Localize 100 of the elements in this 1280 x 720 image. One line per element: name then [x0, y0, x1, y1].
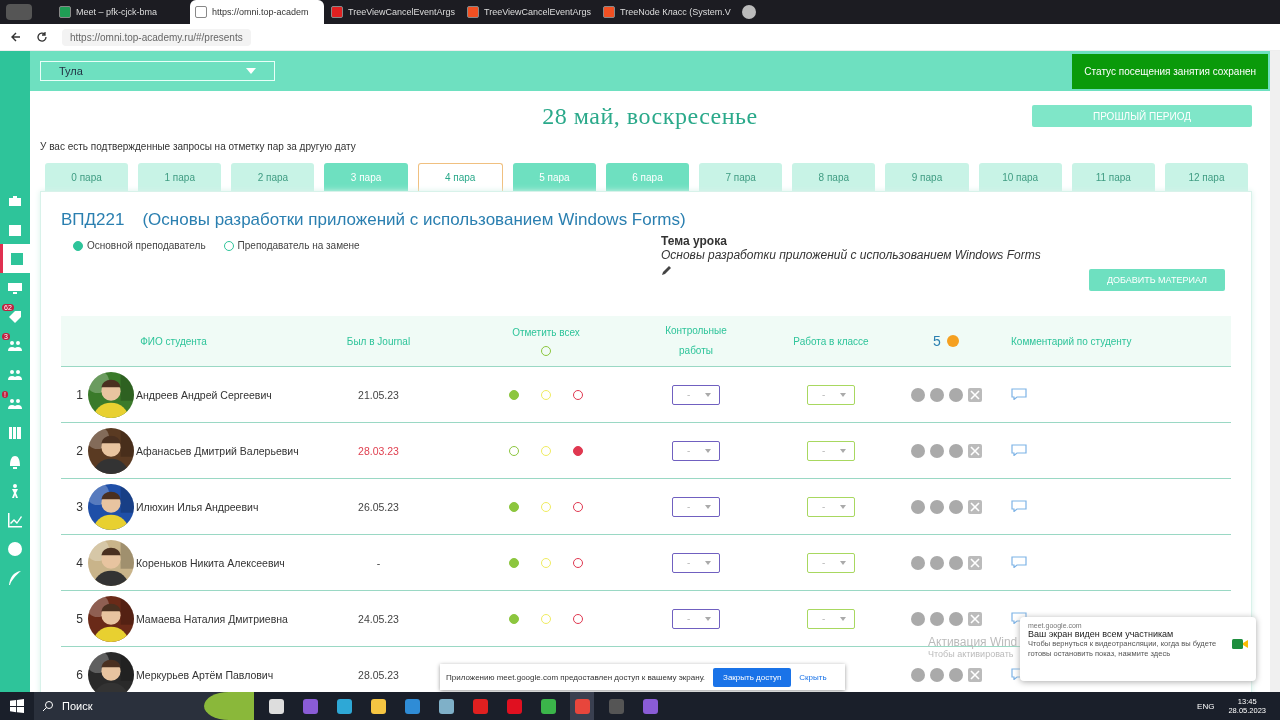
row-number: 4	[75, 555, 83, 570]
search-icon	[42, 700, 54, 712]
present-radio[interactable]	[509, 501, 519, 512]
coin-count: 5	[933, 333, 941, 349]
coin-icon[interactable]	[929, 499, 944, 514]
start-icon[interactable]	[10, 699, 24, 713]
late-radio[interactable]	[541, 613, 551, 624]
grade-dropdown[interactable]: -	[672, 440, 720, 461]
late-radio[interactable]	[541, 557, 551, 568]
close-icon[interactable]	[967, 611, 982, 626]
close-icon[interactable]	[967, 555, 982, 570]
grade-dropdown[interactable]: -	[807, 384, 855, 405]
close-icon[interactable]	[967, 667, 982, 682]
present-radio[interactable]	[509, 557, 519, 568]
browser-logo-icon[interactable]	[6, 4, 32, 20]
coin-icon[interactable]	[910, 443, 925, 458]
coin-icon[interactable]	[948, 611, 963, 626]
late-radio[interactable]	[541, 445, 551, 456]
caret-icon	[246, 68, 256, 74]
grade-dropdown[interactable]: -	[807, 440, 855, 461]
feather-icon	[7, 569, 23, 586]
present-radio[interactable]	[509, 389, 519, 400]
scrollbar[interactable]	[1270, 51, 1280, 692]
coin-icon[interactable]	[910, 667, 925, 682]
student-name: Илюхин Илья Андреевич	[136, 500, 259, 513]
late-radio[interactable]	[541, 389, 551, 400]
browser-tab[interactable]: https://omni.top-academ	[190, 0, 324, 24]
grade-dropdown[interactable]: -	[807, 496, 855, 517]
coin-icon[interactable]	[910, 387, 925, 402]
coin-icon[interactable]	[910, 611, 925, 626]
coin-icon[interactable]	[948, 555, 963, 570]
absent-radio[interactable]	[573, 445, 583, 456]
sidebar-item[interactable]	[0, 244, 30, 273]
pair-tab[interactable]: 6 пара	[605, 163, 690, 191]
comment-icon[interactable]	[1011, 443, 1027, 456]
late-radio[interactable]	[541, 501, 551, 512]
coin-icon[interactable]	[910, 499, 925, 514]
back-icon[interactable]	[10, 31, 22, 43]
last-visit-date: 24.05.23	[358, 612, 399, 625]
past-period-button[interactable]: ПРОШЛЫЙ ПЕРИОД	[1032, 105, 1252, 127]
coin-icon[interactable]	[929, 611, 944, 626]
notification-title: Ваш экран виден всем участникам	[1028, 629, 1175, 639]
coin-icon[interactable]	[948, 499, 963, 514]
reload-icon[interactable]	[36, 31, 48, 43]
comment-icon[interactable]	[1011, 387, 1027, 400]
coin-icon[interactable]	[929, 667, 944, 682]
pair-tab[interactable]: 1 пара	[138, 163, 222, 191]
column-header: Работа в классе	[793, 335, 869, 347]
grade-dropdown[interactable]: -	[672, 552, 720, 573]
coin-icon[interactable]	[948, 387, 963, 402]
date-heading: 28 май, воскресенье	[542, 102, 758, 130]
language-indicator[interactable]: ENG	[1197, 701, 1215, 711]
city-select[interactable]: Тула	[40, 61, 275, 81]
pair-tab[interactable]: 10 пара	[978, 163, 1062, 191]
add-material-button[interactable]: ДОБАВИТЬ МАТЕРИАЛ	[1088, 269, 1225, 291]
browser-tab[interactable]: TreeViewCancelEventArgs	[462, 0, 596, 24]
stop-sharing-button[interactable]: Закрыть доступ	[713, 667, 792, 687]
coin-icon[interactable]	[929, 387, 944, 402]
pencil-icon[interactable]	[661, 264, 673, 276]
coin-icon[interactable]	[948, 667, 963, 682]
comment-icon[interactable]	[1011, 499, 1027, 512]
legend-label: Преподаватель на замене	[237, 240, 360, 251]
present-radio[interactable]	[509, 613, 519, 624]
search-field[interactable]: Поиск	[34, 692, 254, 720]
grade-dropdown[interactable]: -	[672, 608, 720, 629]
coin-icon[interactable]	[948, 443, 963, 458]
browser-tab[interactable]: Meet – pfk-cjck-bma	[54, 0, 188, 24]
student-name: Кореньков Никита Алексеевич	[136, 556, 285, 569]
coin-icon[interactable]	[929, 555, 944, 570]
pair-tab[interactable]: 5 пара	[512, 163, 596, 191]
new-tab-icon[interactable]	[742, 5, 756, 19]
grade-dropdown[interactable]: -	[672, 384, 720, 405]
activation-text: Чтобы активировать	[928, 649, 1015, 659]
notice-text: У вас есть подтвержденные запросы на отметку пар за другую дату	[39, 141, 357, 154]
close-icon[interactable]	[967, 387, 982, 402]
pair-tab[interactable]: 2 пара	[231, 163, 315, 191]
browser-tab[interactable]: TreeNode Класс (System.V	[598, 0, 732, 24]
grade-dropdown[interactable]: -	[672, 496, 720, 517]
close-icon[interactable]	[967, 499, 982, 514]
column-header: Отметить всех	[512, 326, 580, 338]
close-icon[interactable]	[967, 443, 982, 458]
pair-tab[interactable]: 12 пара	[1164, 163, 1249, 191]
last-visit-date: -	[376, 556, 381, 569]
coin-icon[interactable]	[910, 555, 925, 570]
pair-tab[interactable]: 4 пара	[417, 163, 503, 191]
comment-icon[interactable]	[1011, 555, 1027, 568]
pair-tab[interactable]: 3 пара	[324, 163, 408, 191]
subject-name: (Основы разработки приложений с использованием Windows Forms)	[142, 210, 686, 231]
grade-dropdown[interactable]: -	[807, 608, 855, 629]
pair-tab[interactable]: 7 пара	[699, 163, 783, 191]
browser-tab[interactable]: TreeViewCancelEventArgs	[326, 0, 460, 24]
student-name: Мамаева Наталия Дмитриевна	[136, 612, 288, 625]
coin-icon[interactable]	[929, 443, 944, 458]
url-field[interactable]: https://omni.top-academy.ru/#/presents	[62, 28, 251, 46]
pair-tab[interactable]: 9 пара	[885, 163, 969, 191]
grade-dropdown[interactable]: -	[807, 552, 855, 573]
pair-tab[interactable]: 0 пара	[45, 163, 129, 191]
hide-link[interactable]: Скрыть	[799, 672, 827, 682]
pair-tab[interactable]: 11 пара	[1071, 163, 1155, 191]
pair-tab[interactable]: 8 пара	[792, 163, 876, 191]
